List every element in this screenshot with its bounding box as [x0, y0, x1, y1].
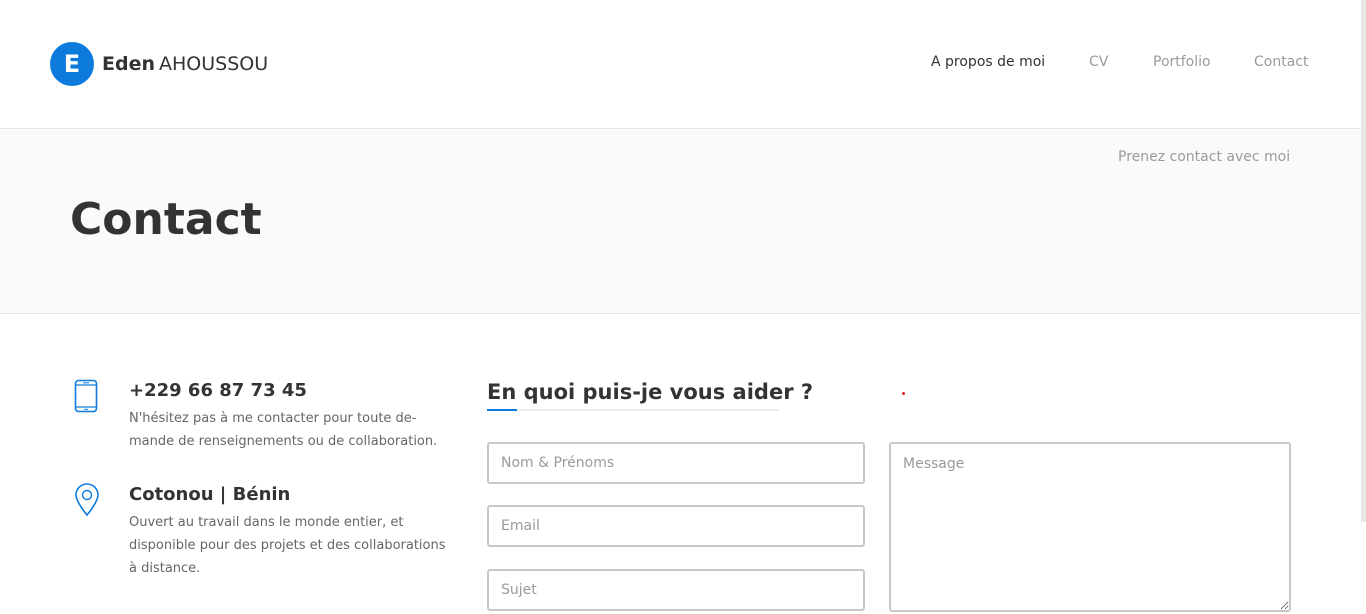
contact-location: Cotonou | Bénin: [129, 484, 291, 505]
form-heading: En quoi puis-je vous aider ?: [487, 380, 814, 404]
contact-phone-number[interactable]: +229 66 87 73 45: [129, 380, 307, 401]
contact-phone-description: N'hésitez pas à me contacter pour toute …: [129, 411, 438, 449]
main-nav: A propos de moi CV Portfolio Contact: [0, 54, 1366, 74]
nav-item-contact[interactable]: Contact: [1254, 54, 1308, 70]
page-title-band: Contact Prenez contact avec moi: [0, 130, 1366, 314]
heading-underline: [487, 409, 779, 411]
page-scrollbar[interactable]: [1361, 0, 1366, 522]
heading-accent-bar: [487, 409, 517, 411]
nav-item-portfolio[interactable]: Portfolio: [1153, 54, 1211, 70]
subject-input[interactable]: [487, 569, 865, 611]
name-input[interactable]: [487, 442, 865, 484]
map-pin-icon: [74, 483, 100, 521]
red-dot-marker: [902, 392, 905, 395]
site-header: E Eden AHOUSSOU A propos de moi CV Portfo…: [0, 0, 1366, 129]
nav-item-cv[interactable]: CV: [1089, 54, 1108, 70]
page-subtitle: Prenez contact avec moi: [1118, 149, 1291, 165]
nav-item-about[interactable]: A propos de moi: [931, 54, 1045, 70]
message-textarea[interactable]: [889, 442, 1291, 612]
page-title: Contact: [70, 194, 262, 245]
contact-location-description: Ouvert au travail dans le monde entier, …: [129, 515, 446, 576]
phone-icon: [74, 379, 98, 417]
email-input[interactable]: [487, 505, 865, 547]
